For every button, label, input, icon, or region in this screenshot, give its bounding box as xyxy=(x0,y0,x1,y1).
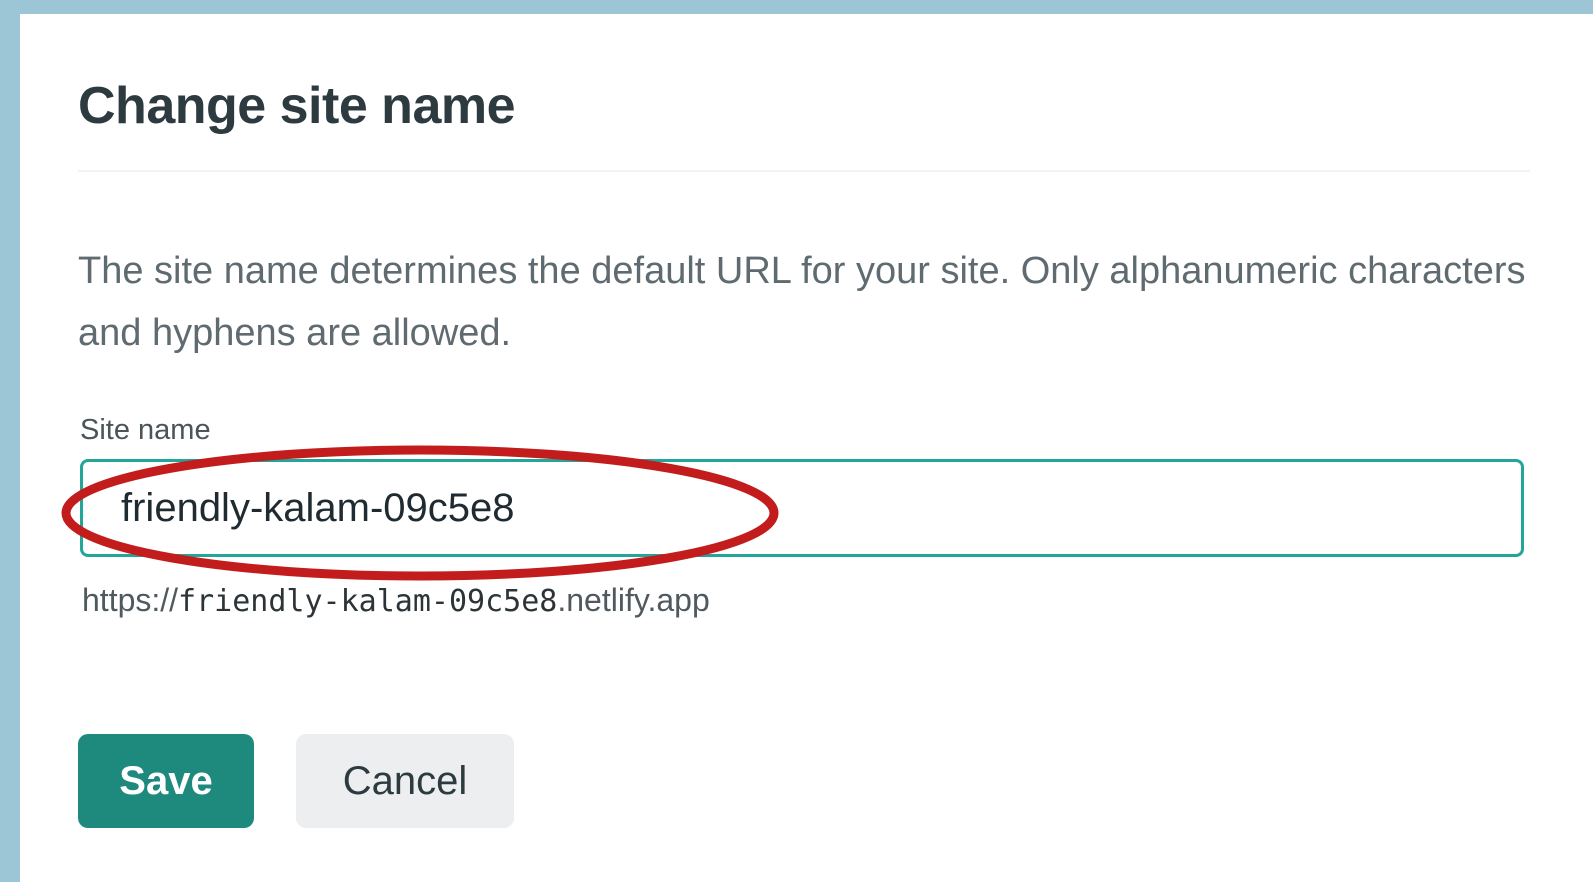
change-site-name-dialog: Change site name The site name determine… xyxy=(20,14,1593,882)
url-prefix: https:// xyxy=(82,582,179,618)
url-suffix: .netlify.app xyxy=(557,582,710,618)
dialog-title: Change site name xyxy=(78,77,516,135)
site-name-label: Site name xyxy=(80,414,211,446)
site-name-field[interactable] xyxy=(80,459,1524,557)
site-url-preview: https://friendly-kalam-09c5e8.netlify.ap… xyxy=(82,582,710,619)
cancel-button[interactable]: Cancel xyxy=(296,734,514,828)
site-name-input[interactable] xyxy=(121,462,1481,554)
save-button[interactable]: Save xyxy=(78,734,254,828)
url-site-name: friendly-kalam-09c5e8 xyxy=(178,584,558,619)
dialog-description: The site name determines the default URL… xyxy=(78,250,1526,354)
title-divider xyxy=(78,170,1530,172)
